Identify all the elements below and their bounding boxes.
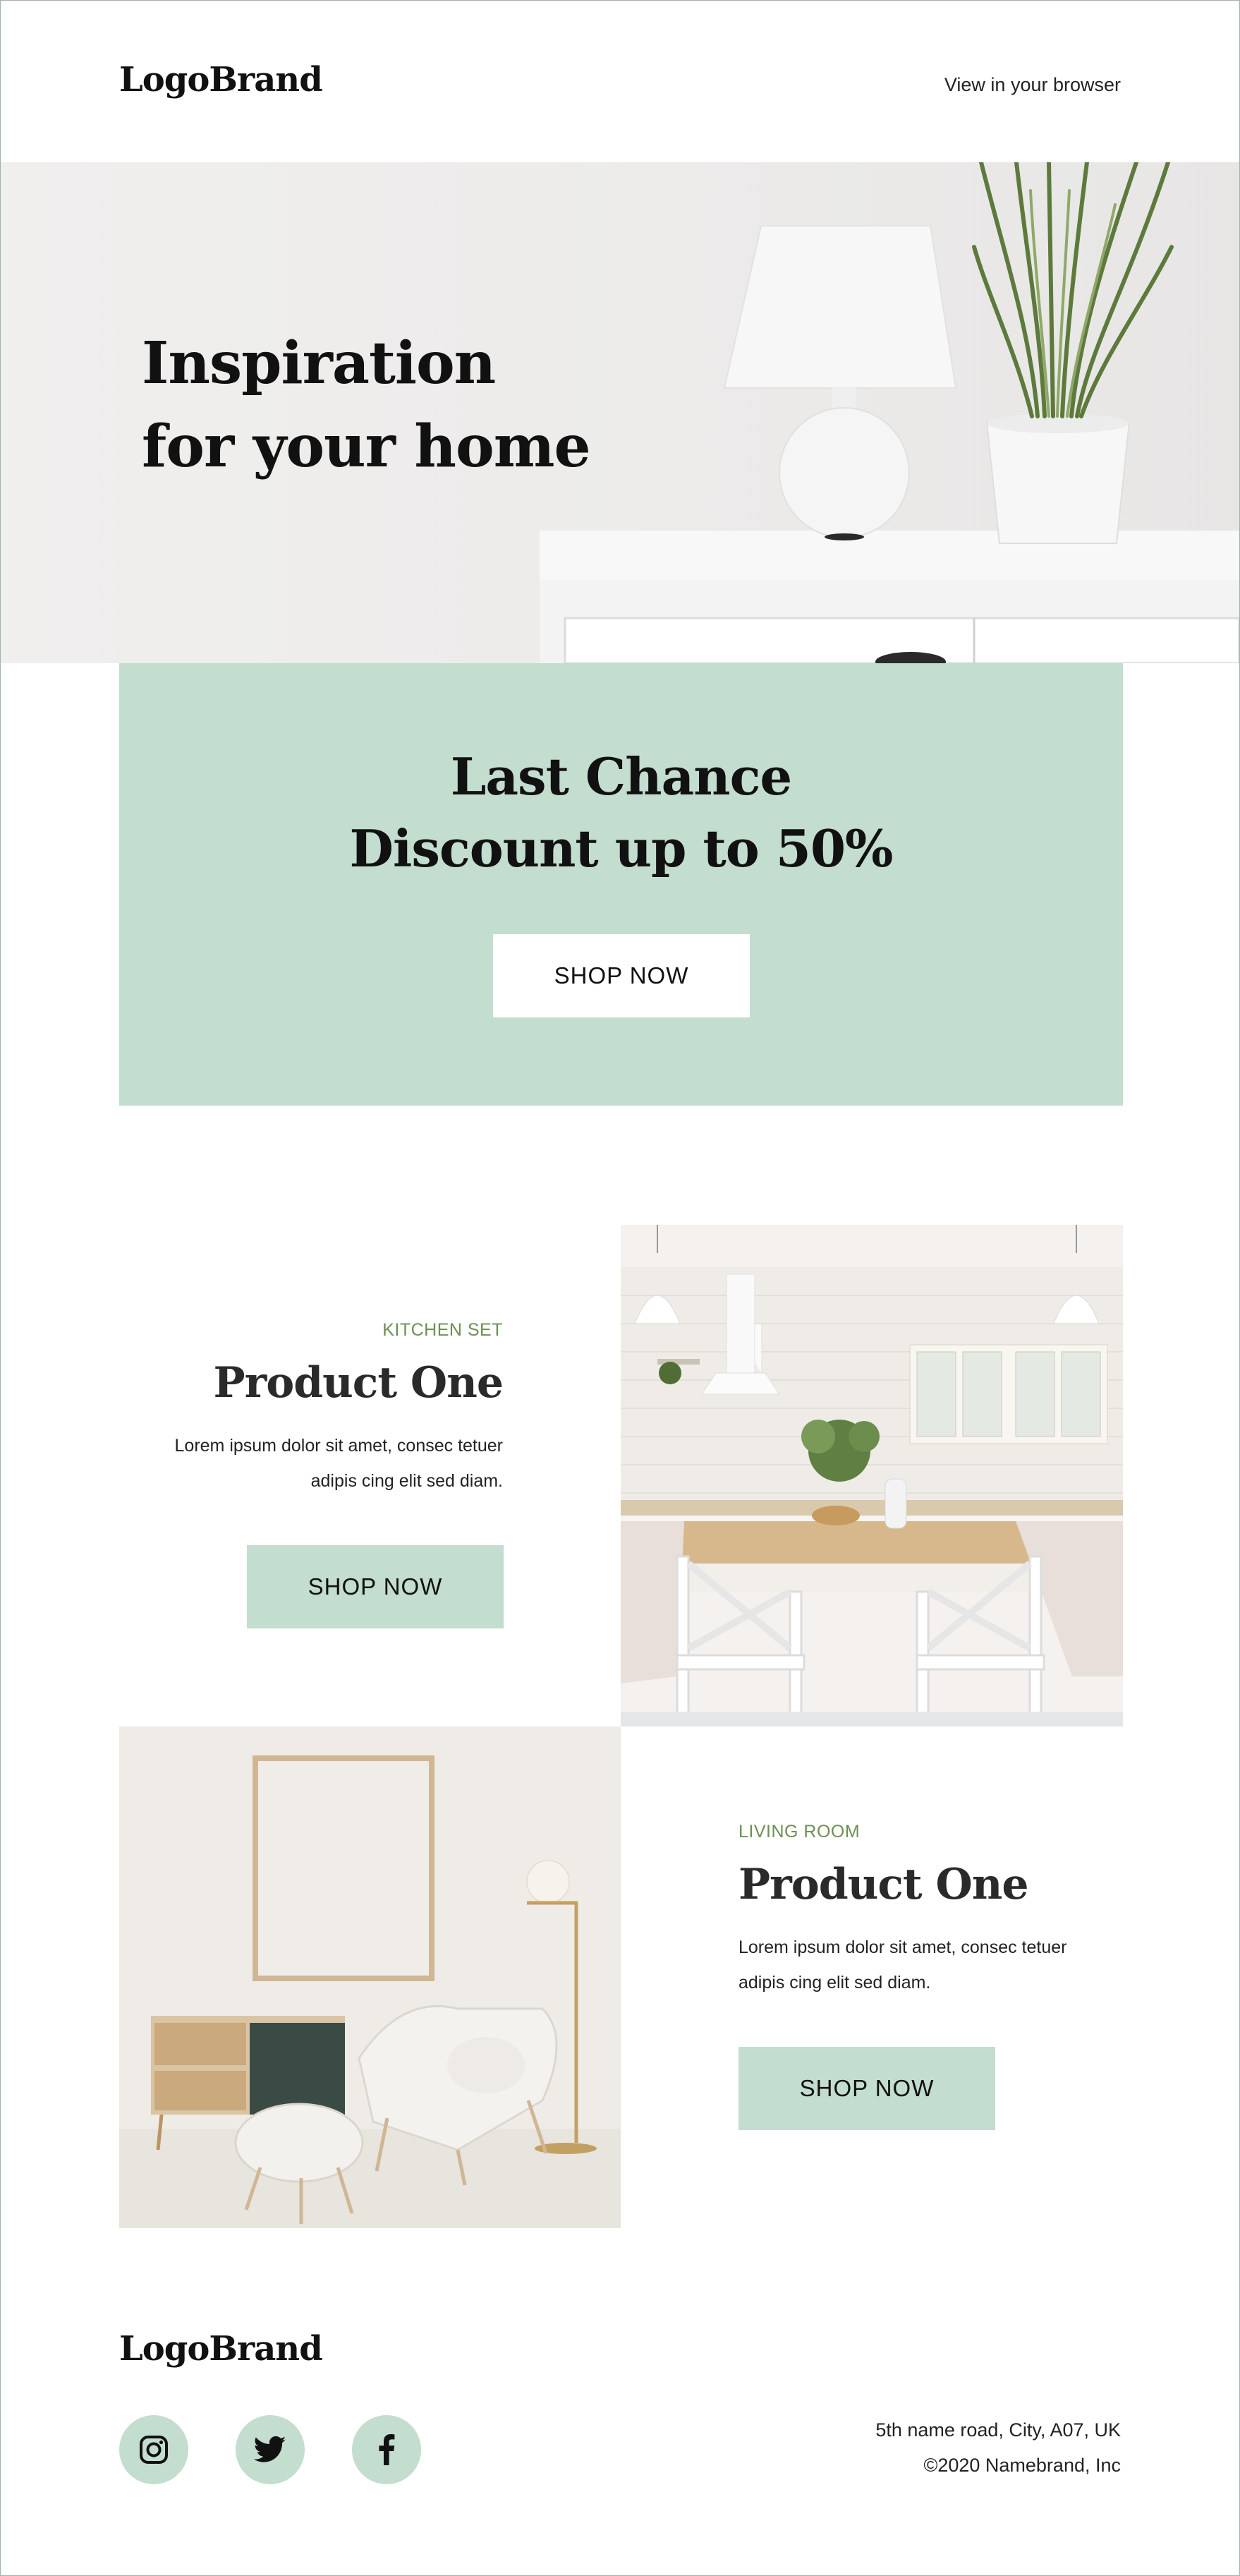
- hero-title: Inspiration for your home: [142, 322, 621, 488]
- hero-title-line1: Inspiration: [142, 329, 496, 397]
- facebook-button[interactable]: [352, 2415, 421, 2484]
- product2-shop-now-button[interactable]: SHOP NOW: [738, 2047, 995, 2130]
- instagram-icon: [140, 2436, 168, 2464]
- product2-description: Lorem ipsum dolor sit amet, consec tetue…: [738, 1930, 1066, 2000]
- kitchen-image: [621, 1225, 1123, 1727]
- twitter-button[interactable]: [236, 2415, 305, 2484]
- product1-description-line1: Lorem ipsum dolor sit amet, consec tetue…: [174, 1436, 503, 1456]
- product1-description: Lorem ipsum dolor sit amet, consec tetue…: [175, 1428, 503, 1499]
- footer-copyright: ©2020 Namebrand, Inc: [923, 2455, 1121, 2476]
- hero-title-line2: for your home: [142, 413, 591, 480]
- promo-line2: Discount up to 50%: [349, 818, 894, 878]
- product2-image[interactable]: [119, 1727, 621, 2228]
- promo-shop-now-button[interactable]: SHOP NOW: [493, 934, 750, 1017]
- product2-category: LIVING ROOM: [738, 1822, 861, 1842]
- product2-description-line1: Lorem ipsum dolor sit amet, consec tetue…: [738, 1937, 1067, 1957]
- footer-logo[interactable]: LogoBrand: [119, 2329, 323, 2369]
- living-room-image: [119, 1727, 621, 2228]
- facebook-icon: [379, 2434, 395, 2465]
- twitter-icon: [254, 2436, 286, 2462]
- product1-description-line2: adipis cing elit sed diam.: [310, 1471, 503, 1491]
- header-logo[interactable]: LogoBrand: [119, 60, 323, 99]
- footer-address: 5th name road, City, A07, UK: [875, 2419, 1121, 2441]
- product1-title: Product One: [213, 1358, 504, 1408]
- product1-shop-now-button[interactable]: SHOP NOW: [247, 1545, 504, 1628]
- promo-title: Last Chance Discount up to 50%: [119, 741, 1123, 885]
- product2-description-line2: adipis cing elit sed diam.: [738, 1973, 931, 1993]
- hero-banner: Inspiration for your home: [1, 162, 1239, 663]
- product1-category: KITCHEN SET: [382, 1320, 503, 1340]
- promo-line1: Last Chance: [450, 746, 792, 806]
- product2-title: Product One: [738, 1860, 1029, 1909]
- product1-image[interactable]: [621, 1225, 1123, 1727]
- promo-banner: Last Chance Discount up to 50% SHOP NOW: [119, 663, 1123, 1106]
- instagram-button[interactable]: [119, 2415, 188, 2484]
- view-in-browser-link[interactable]: View in your browser: [944, 74, 1121, 96]
- email-page: LogoBrand View in your browser Inspirati…: [0, 0, 1240, 2576]
